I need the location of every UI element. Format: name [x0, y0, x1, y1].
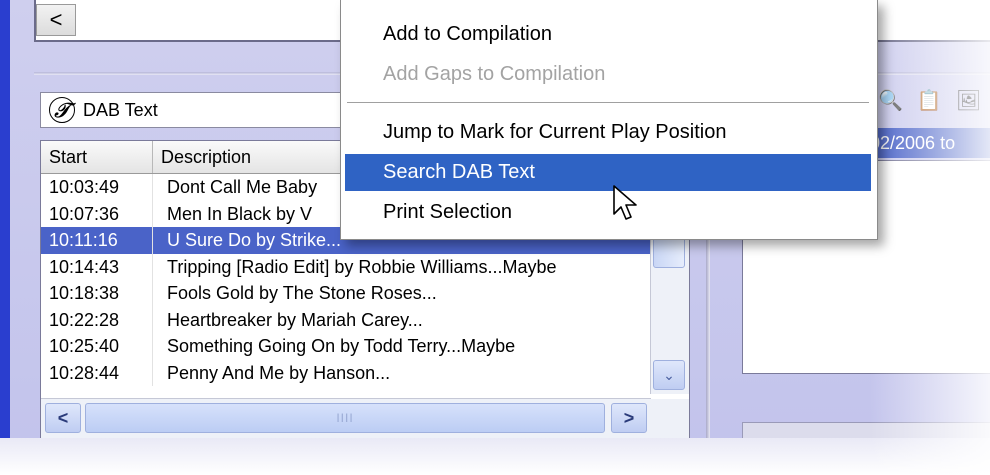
chevron-down-icon: ⌄ — [663, 366, 675, 383]
menu-separator — [347, 102, 869, 104]
context-menu[interactable]: Add to Compilation Add Gaps to Compilati… — [340, 0, 878, 240]
row-start: 10:25:40 — [41, 333, 153, 360]
list-row[interactable]: 10:28:44 Penny And Me by Hanson... — [41, 359, 651, 386]
image-icon[interactable]: 🖼 — [956, 88, 981, 113]
scroll-left-button[interactable]: < — [45, 403, 81, 433]
scroll-down-button[interactable]: ⌄ — [653, 360, 685, 390]
menu-item-add-to-compilation[interactable]: Add to Compilation — [345, 16, 871, 53]
toolbar: 🔍 📋 🖼 — [878, 88, 981, 113]
row-description: Fools Gold by The Stone Roses... — [167, 283, 437, 303]
column-header-start[interactable]: Start — [41, 141, 153, 173]
dab-text-label: DAB Text — [83, 99, 158, 120]
window-bottom-edge — [0, 438, 990, 475]
row-start: 10:03:49 — [41, 174, 153, 201]
dab-text-selector[interactable]: 𝒯 DAB Text — [40, 92, 360, 128]
list-row[interactable]: 10:14:43 Tripping [Radio Edit] by Robbie … — [41, 253, 651, 280]
row-start: 10:14:43 — [41, 253, 153, 280]
dab-logo-icon: 𝒯 — [49, 97, 75, 123]
row-start: 10:22:28 — [41, 306, 153, 333]
scroll-right-button[interactable]: > — [611, 403, 647, 433]
row-start: 10:11:16 — [41, 227, 153, 254]
menu-item-search-dab-text[interactable]: Search DAB Text — [345, 154, 871, 191]
menu-item-print-selection[interactable]: Print Selection — [345, 194, 871, 231]
scroll-left-button[interactable]: < — [36, 4, 76, 36]
row-start: 10:07:36 — [41, 200, 153, 227]
grip-icon: IIII — [336, 411, 354, 425]
horizontal-scrollbar[interactable]: < IIII > — [41, 398, 651, 439]
app-window: < 𝒯 DAB Text 🔍 📋 🖼 Start Description 10:… — [0, 0, 990, 475]
row-description: Penny And Me by Hanson... — [167, 362, 391, 383]
window-left-border — [0, 0, 10, 455]
menu-item-add-gaps-to-compilation: Add Gaps to Compilation — [383, 63, 606, 85]
scrollbar-corner — [651, 399, 689, 439]
mouse-cursor-icon — [613, 185, 637, 220]
row-description: Tripping [Radio Edit] by Robbie Williams… — [167, 256, 557, 277]
horizontal-scroll-thumb[interactable]: IIII — [85, 403, 605, 433]
row-start: 10:18:38 — [41, 280, 153, 307]
list-row[interactable]: 10:25:40 Something Going On by Todd Terry… — [41, 333, 651, 360]
menu-item-jump-to-mark[interactable]: Jump to Mark for Current Play Position — [345, 114, 871, 151]
magnifier-icon[interactable]: 🔍 — [878, 88, 903, 113]
row-description: Something Going On by Todd Terry...Maybe — [167, 336, 516, 356]
row-description: Heartbreaker by Mariah Carey... — [167, 309, 423, 330]
row-start: 10:28:44 — [41, 359, 153, 386]
clipboard-icon[interactable]: 📋 — [917, 88, 942, 113]
list-row[interactable]: 10:22:28 Heartbreaker by Mariah Carey... — [41, 306, 651, 333]
list-row[interactable]: 10:18:38 Fools Gold by The Stone Roses... — [41, 280, 651, 307]
